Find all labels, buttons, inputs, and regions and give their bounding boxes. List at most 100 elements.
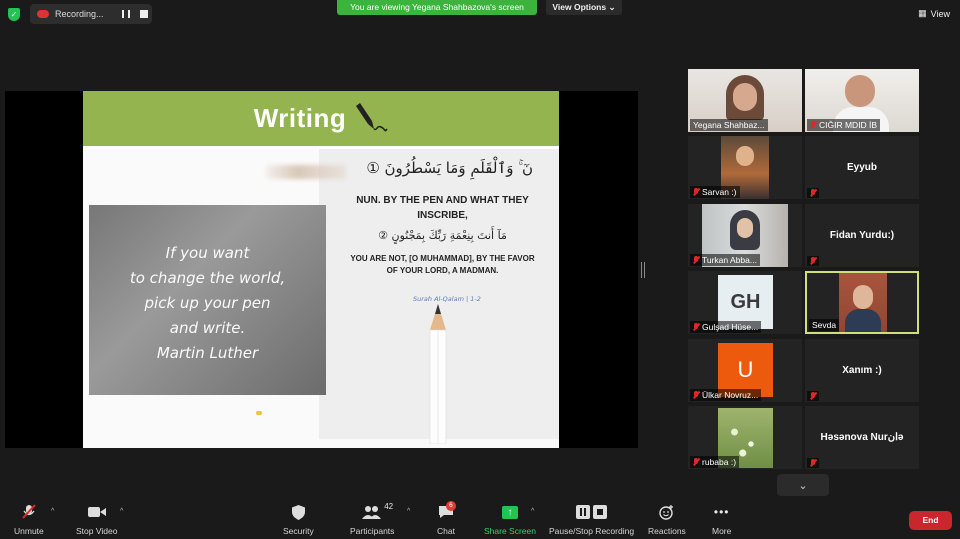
mic-muted-icon	[810, 459, 816, 467]
participant-tile[interactable]: U Ülkar Novruz...	[688, 339, 802, 402]
english-translation-1: NUN. BY THE PEN AND WHAT THEY INSCRIBE,	[356, 195, 529, 221]
slide-title: Writing	[253, 103, 347, 133]
quote-text: If you want to change the world, pick up…	[89, 241, 326, 366]
participant-tile[interactable]: Sarvan :)	[688, 136, 802, 199]
share-screen-button[interactable]: ↑ Share Screen	[484, 504, 536, 536]
zoom-meeting-window: ✓ Recording... You are viewing Yegana Sh…	[0, 0, 960, 539]
participants-icon: 42	[362, 502, 393, 520]
stop-video-label: Stop Video	[76, 526, 118, 536]
participant-tile[interactable]: Fidan Yurdu:)	[805, 204, 919, 267]
participant-tile[interactable]: Yegana Shahbaz...	[688, 69, 802, 132]
security-shield-icon[interactable]: ✓	[8, 8, 20, 21]
stop-video-button[interactable]: Stop Video	[76, 504, 117, 536]
audio-options-caret-icon[interactable]: ^	[51, 508, 54, 515]
participant-name: Ülkar Novruz...	[690, 389, 762, 401]
slide-body: If you want to change the world, pick up…	[83, 149, 559, 448]
pen-icon	[356, 102, 388, 131]
participant-center-name: Xanım :)	[842, 365, 882, 376]
mic-muted-icon	[693, 458, 699, 466]
reactions-button[interactable]: Reactions	[648, 504, 686, 536]
shield-icon	[291, 504, 305, 520]
participant-center-name: Həsənova Nurانə	[820, 432, 904, 443]
participant-name: Sevda	[809, 319, 840, 331]
participant-tile[interactable]: Turkan Abba...	[688, 204, 802, 267]
unmute-label: Unmute	[14, 526, 44, 536]
participant-name: Yegana Shahbaz...	[690, 119, 768, 131]
english-translation-2: YOU ARE NOT, [O MUHAMMAD], BY THE FAVOR …	[350, 254, 535, 275]
chat-unread-badge: 6	[445, 501, 456, 511]
chat-bubble-icon: 6	[438, 501, 456, 520]
quote-line: Martin Luther	[156, 344, 259, 362]
mic-muted-icon	[810, 121, 816, 129]
mic-muted-icon	[693, 323, 699, 331]
participant-center-name: Fidan Yurdu:)	[829, 230, 895, 241]
security-button[interactable]: Security	[283, 504, 314, 536]
recording-label: Recording...	[55, 9, 104, 19]
participant-name: Gulşad Hüse...	[690, 321, 762, 333]
participant-name	[807, 256, 819, 266]
mic-muted-icon	[810, 392, 816, 400]
chat-label: Chat	[437, 526, 455, 536]
mic-muted-icon	[810, 189, 816, 197]
pause-stop-recording-label: Pause/Stop Recording	[549, 526, 635, 536]
arabic-verse-1: نٓ ۚ وَٱلْقَلَمِ وَمَا يَسْطُرُونَ ①	[366, 159, 533, 177]
participant-tile[interactable]: rubaba :)	[688, 406, 802, 469]
mic-muted-icon	[810, 257, 816, 265]
mic-muted-icon	[693, 256, 699, 264]
view-options-button[interactable]: View Options ⌄	[546, 0, 622, 15]
presentation-slide: Writing If you want to change the world,…	[83, 91, 559, 448]
emoji-icon	[659, 504, 674, 520]
end-meeting-button[interactable]: End	[909, 511, 952, 530]
chevron-down-icon: ⌄	[798, 479, 808, 492]
view-label: View	[930, 8, 950, 19]
participant-name	[807, 188, 819, 198]
video-camera-icon	[87, 504, 106, 520]
reactions-label: Reactions	[648, 526, 686, 536]
security-label: Security	[283, 526, 314, 536]
quote-line: If you want	[165, 244, 250, 262]
share-options-caret-icon[interactable]: ^	[531, 508, 534, 515]
participant-tile-active-speaker[interactable]: Sevda	[805, 271, 919, 334]
participant-tile[interactable]: GH Gulşad Hüse...	[688, 271, 802, 334]
participant-name	[807, 391, 819, 401]
view-button[interactable]: ▦ View	[918, 8, 950, 19]
recording-indicator: Recording...	[30, 4, 152, 24]
quote-image: If you want to change the world, pick up…	[89, 205, 326, 395]
chat-button[interactable]: 6 Chat	[437, 501, 456, 536]
participant-name: CIĞIR MDID İB	[807, 119, 881, 131]
mic-muted-icon	[22, 504, 36, 520]
share-screen-label: Share Screen	[484, 526, 536, 536]
participant-tile[interactable]: CIĞIR MDID İB	[805, 69, 919, 132]
participants-button[interactable]: 42 Participants	[350, 502, 395, 536]
cloud-recording-icon	[37, 10, 49, 18]
next-page-chevron-button[interactable]: ⌄	[777, 474, 829, 496]
surah-reference: Surah Al-Qalam | 1-2	[413, 295, 481, 303]
more-button[interactable]: ••• More	[712, 504, 731, 536]
slide-marker	[256, 411, 262, 415]
participant-tile[interactable]: Eyyub	[805, 136, 919, 199]
participant-tile[interactable]: Həsənova Nurانə	[805, 406, 919, 469]
avatar-face	[736, 146, 754, 166]
stop-recording-icon[interactable]	[140, 10, 148, 18]
quote-line: to change the world,	[129, 269, 286, 287]
participants-count: 42	[384, 502, 394, 511]
pause-recording-icon[interactable]	[122, 10, 130, 18]
avatar	[845, 75, 875, 107]
participants-options-caret-icon[interactable]: ^	[407, 508, 410, 515]
grid-view-icon: ▦	[918, 8, 927, 18]
participant-name: Sarvan :)	[690, 186, 740, 198]
more-dots-icon: •••	[713, 505, 730, 519]
split-resize-handle[interactable]	[641, 262, 645, 278]
video-options-caret-icon[interactable]: ^	[120, 508, 123, 515]
view-options-label: View Options	[552, 2, 607, 12]
unmute-button[interactable]: Unmute	[14, 504, 44, 536]
pause-stop-recording-button[interactable]: Pause/Stop Recording	[549, 504, 634, 536]
blurred-text	[266, 165, 346, 179]
meeting-toolbar: Unmute ^ Stop Video ^ Security 42 Partic…	[0, 500, 960, 539]
participant-name: rubaba :)	[690, 456, 740, 468]
participant-name	[807, 458, 819, 468]
arabic-verse-2: مَآ أَنتَ بِنِعْمَةِ رَبِّكَ بِمَجْنُونٍ…	[378, 229, 507, 242]
participants-label: Participants	[350, 526, 395, 536]
participant-tile[interactable]: Xanım :)	[805, 339, 919, 402]
more-label: More	[712, 526, 732, 536]
